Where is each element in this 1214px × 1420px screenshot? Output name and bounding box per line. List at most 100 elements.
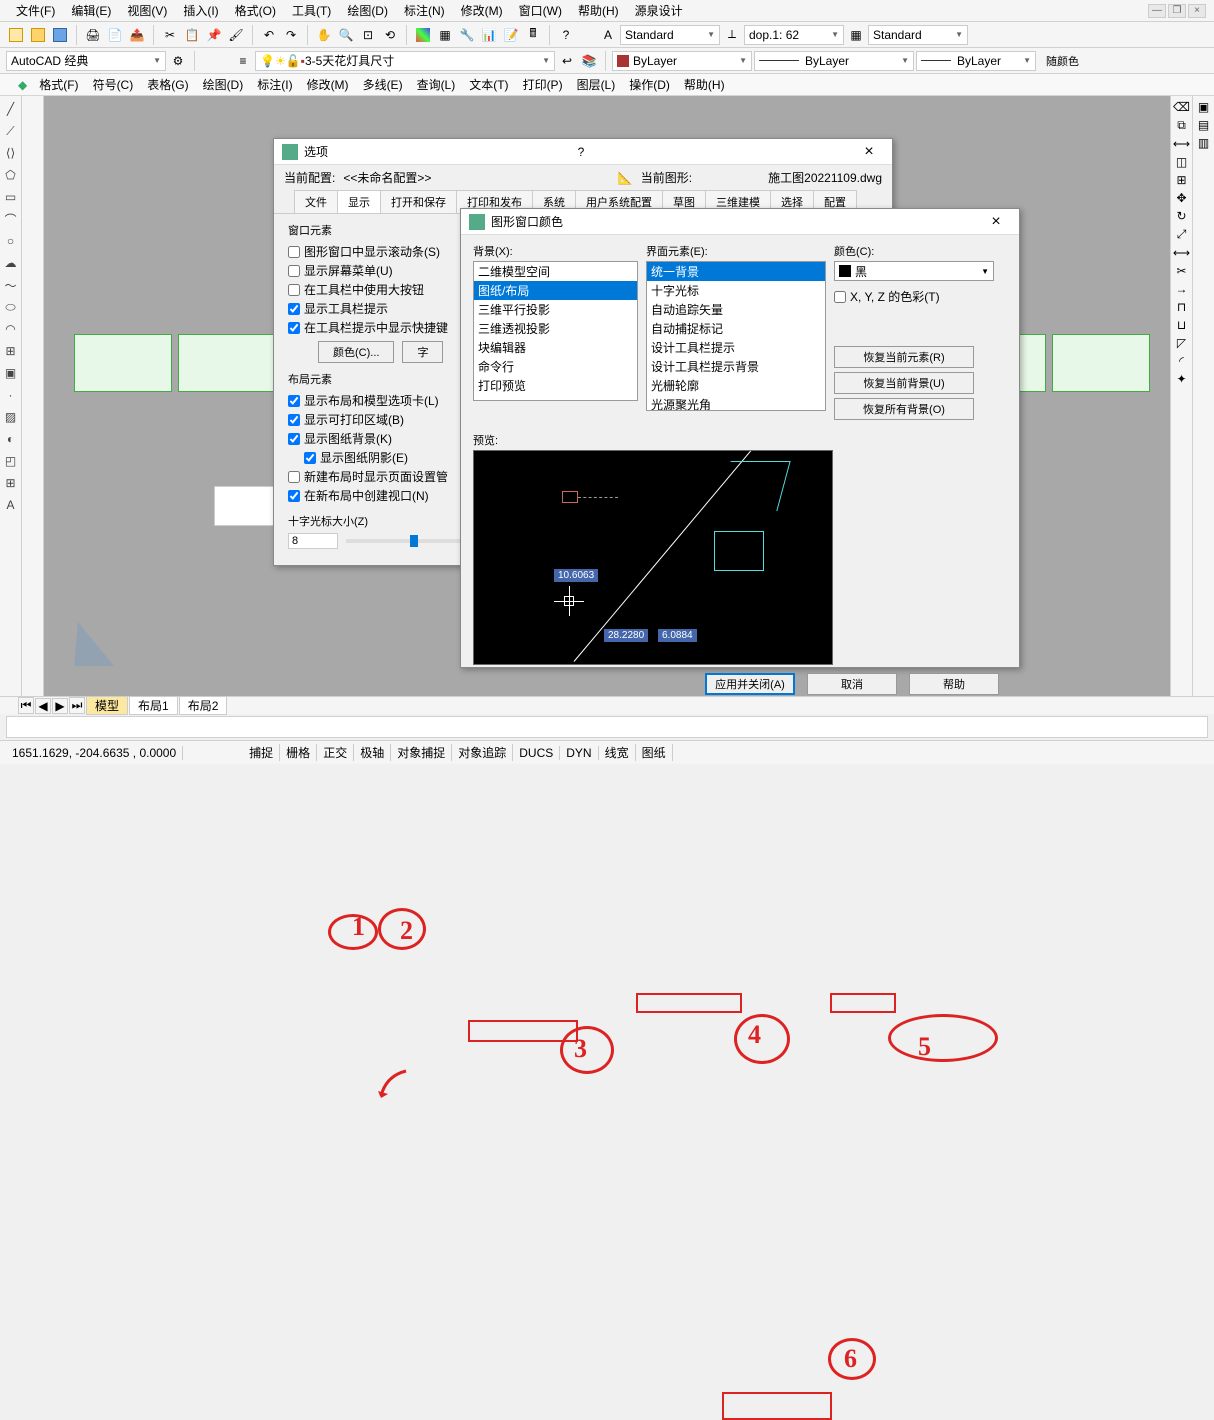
pm-layer[interactable]: 图层(L) <box>571 74 622 95</box>
publish-icon[interactable]: 📤 <box>127 25 147 45</box>
props-icon[interactable] <box>413 25 433 45</box>
menu-help[interactable]: 帮助(H) <box>570 0 627 21</box>
status-dyn[interactable]: DYN <box>560 746 598 760</box>
polygon-icon[interactable]: ⬠ <box>2 166 20 184</box>
rotate-icon[interactable]: ↻ <box>1176 209 1186 223</box>
nav-first-icon[interactable]: ⏮ <box>18 697 34 714</box>
explode-icon[interactable]: ✦ <box>1176 372 1186 386</box>
rect-icon[interactable]: ▭ <box>2 188 20 206</box>
new-icon[interactable] <box>6 25 26 45</box>
element-item-bg[interactable]: 统一背景 <box>647 262 825 281</box>
lineweight-combo[interactable]: ByLayer▼ <box>916 51 1036 71</box>
menu-file[interactable]: 文件(F) <box>8 0 63 21</box>
match-icon[interactable]: 🖌 <box>226 25 246 45</box>
context-item-3dpar[interactable]: 三维平行投影 <box>474 300 637 319</box>
status-lwt[interactable]: 线宽 <box>599 744 636 761</box>
thumb-4[interactable] <box>1052 334 1150 392</box>
help-icon[interactable]: ? <box>556 25 576 45</box>
copy-obj-icon[interactable]: ⧉ <box>1177 118 1186 133</box>
nav-next-icon[interactable]: ▶ <box>52 698 68 714</box>
pm-mline[interactable]: 多线(E) <box>357 74 409 95</box>
status-grid[interactable]: 栅格 <box>280 744 317 761</box>
mirror-icon[interactable]: ⟷ <box>1173 137 1190 151</box>
tab-files[interactable]: 文件 <box>294 190 338 213</box>
cursor-size-input[interactable] <box>288 533 338 549</box>
t1-icon[interactable]: ▣ <box>1198 100 1209 114</box>
options-close-icon[interactable]: × <box>854 143 884 161</box>
color-close-icon[interactable]: × <box>981 213 1011 231</box>
window-min-icon[interactable]: — <box>1148 4 1166 18</box>
cancel-button[interactable]: 取消 <box>807 673 897 695</box>
pm-query[interactable]: 查询(L) <box>411 74 462 95</box>
pm-action[interactable]: 操作(D) <box>623 74 676 95</box>
fillet-icon[interactable]: ◜ <box>1179 354 1184 368</box>
erase-icon[interactable]: ⌫ <box>1173 100 1190 114</box>
menu-dimension[interactable]: 标注(N) <box>396 0 453 21</box>
window-restore-icon[interactable]: ❐ <box>1168 4 1186 18</box>
tint-checkbox[interactable]: X, Y, Z 的色彩(T) <box>834 287 994 306</box>
zoom-prev-icon[interactable]: ⟲ <box>380 25 400 45</box>
nav-last-icon[interactable]: ⏭ <box>69 697 85 714</box>
colors-button[interactable]: 颜色(C)... <box>318 341 394 363</box>
zoom-icon[interactable]: 🔍 <box>336 25 356 45</box>
tab-display[interactable]: 显示 <box>337 190 381 213</box>
status-paper[interactable]: 图纸 <box>636 744 673 761</box>
restore-element-button[interactable]: 恢复当前元素(R) <box>834 346 974 368</box>
menu-draw[interactable]: 绘图(D) <box>339 0 396 21</box>
save-icon[interactable] <box>50 25 70 45</box>
spline-icon[interactable]: ～ <box>2 276 20 294</box>
layer-prev-icon[interactable]: ↩ <box>557 51 577 71</box>
context-item-block[interactable]: 块编辑器 <box>474 338 637 357</box>
hatch-icon[interactable]: ▨ <box>2 408 20 426</box>
context-item-3dper[interactable]: 三维透视投影 <box>474 319 637 338</box>
status-ducs[interactable]: DUCS <box>513 746 560 760</box>
element-item-snap[interactable]: 自动捕捉标记 <box>647 319 825 338</box>
layer-state-icon[interactable]: 📚 <box>579 51 599 71</box>
element-item-track[interactable]: 自动追踪矢量 <box>647 300 825 319</box>
status-snap[interactable]: 捕捉 <box>243 744 280 761</box>
pm-draw[interactable]: 绘图(D) <box>197 74 250 95</box>
menu-plugin[interactable]: 源泉设计 <box>627 0 691 21</box>
fonts-button[interactable]: 字 <box>402 341 443 363</box>
command-line[interactable] <box>6 716 1208 738</box>
thumb-2[interactable] <box>178 334 276 392</box>
chamfer-icon[interactable]: ◸ <box>1177 336 1186 350</box>
status-ortho[interactable]: 正交 <box>317 744 354 761</box>
pm-format[interactable]: 格式(F) <box>33 74 84 95</box>
t3-icon[interactable]: ▥ <box>1198 136 1209 150</box>
menu-window[interactable]: 窗口(W) <box>511 0 570 21</box>
layer-prop-icon[interactable]: ≡ <box>233 51 253 71</box>
scale-icon[interactable]: ⤢ <box>1177 227 1187 242</box>
menu-modify[interactable]: 修改(M) <box>453 0 511 21</box>
join-icon[interactable]: ⊔ <box>1177 318 1186 332</box>
menu-view[interactable]: 视图(V) <box>119 0 175 21</box>
help-button[interactable]: 帮助 <box>909 673 999 695</box>
pm-dim[interactable]: 标注(I) <box>251 74 298 95</box>
redo-icon[interactable]: ↷ <box>281 25 301 45</box>
tools-icon[interactable]: 🔧 <box>457 25 477 45</box>
move-icon[interactable]: ✥ <box>1176 191 1186 205</box>
copy-icon[interactable]: 📋 <box>182 25 202 45</box>
undo-icon[interactable]: ↶ <box>259 25 279 45</box>
context-list[interactable]: 二维模型空间 图纸/布局 三维平行投影 三维透视投影 块编辑器 命令行 打印预览 <box>473 261 638 401</box>
pm-help[interactable]: 帮助(H) <box>678 74 731 95</box>
nav-prev-icon[interactable]: ◀ <box>35 698 51 714</box>
element-item-raster[interactable]: 光栅轮廓 <box>647 376 825 395</box>
color-combo[interactable]: 黑▼ <box>834 261 994 281</box>
element-item-lhotspot[interactable]: 光源聚光角 <box>647 395 825 411</box>
pm-table[interactable]: 表格(G) <box>141 74 194 95</box>
dimstyle-icon[interactable]: ⟂ <box>722 25 742 45</box>
thumb-1[interactable] <box>74 334 172 392</box>
cut-icon[interactable]: ✂ <box>160 25 180 45</box>
print-icon[interactable]: 🖨 <box>83 25 103 45</box>
extend-icon[interactable]: → <box>1176 282 1188 296</box>
t2-icon[interactable]: ▤ <box>1198 118 1209 132</box>
dimstyle-combo[interactable]: dop.1: 62▼ <box>744 25 844 45</box>
trim-icon[interactable]: ✂ <box>1176 264 1186 278</box>
ws-settings-icon[interactable]: ⚙ <box>168 51 188 71</box>
block-icon[interactable]: ▣ <box>2 364 20 382</box>
element-list[interactable]: 统一背景 十字光标 自动追踪矢量 自动捕捉标记 设计工具栏提示 设计工具栏提示背… <box>646 261 826 411</box>
open-icon[interactable] <box>28 25 48 45</box>
workspace-combo[interactable]: AutoCAD 经典▼ <box>6 51 166 71</box>
pm-modify[interactable]: 修改(M) <box>301 74 355 95</box>
